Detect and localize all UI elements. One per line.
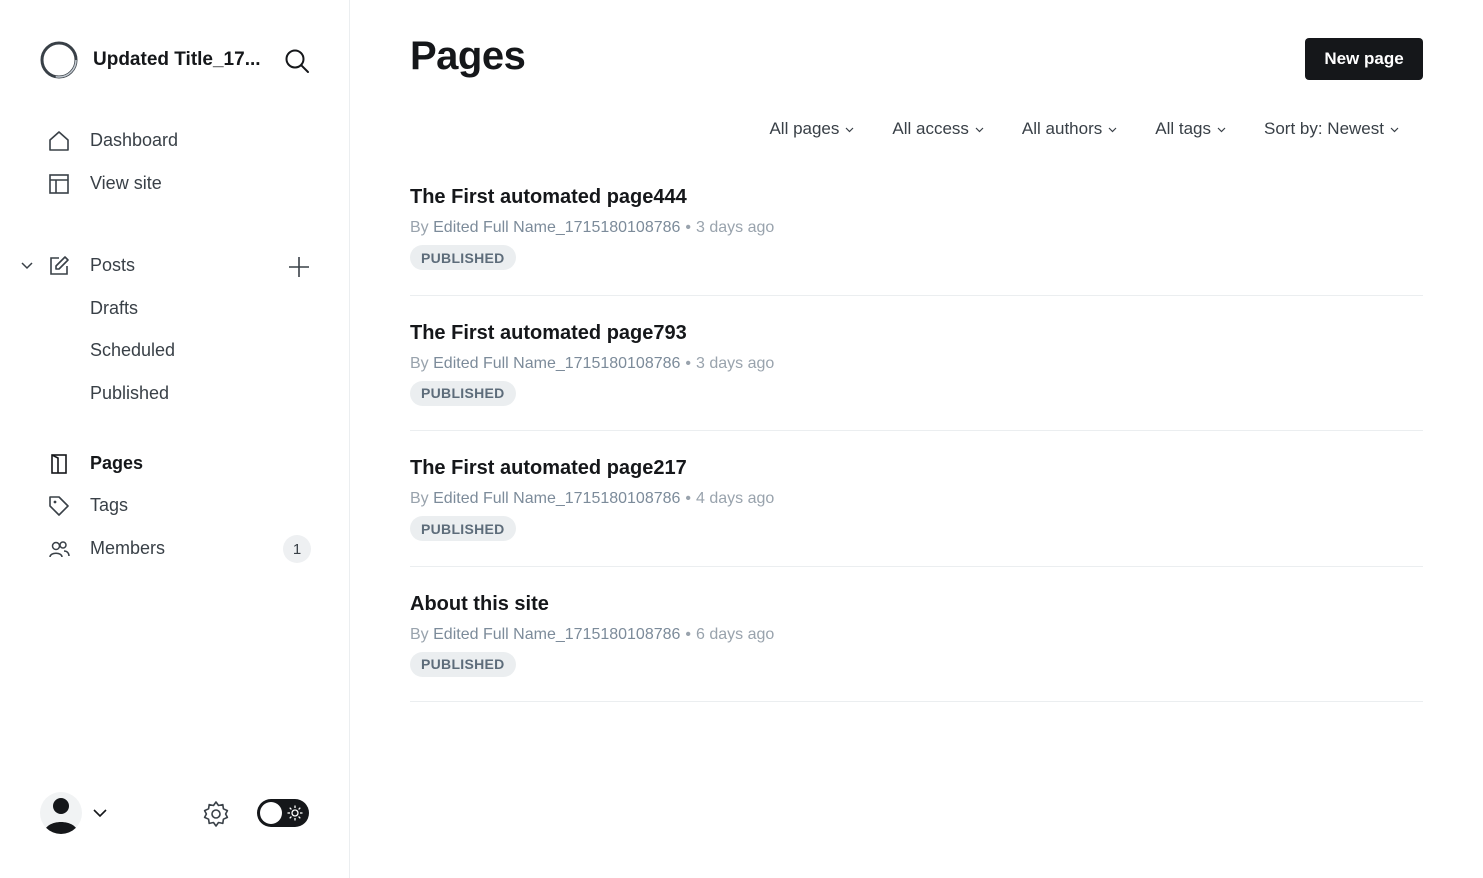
- chevron-down-icon[interactable]: [92, 805, 108, 821]
- list-item[interactable]: The First automated page793 By Edited Fu…: [410, 296, 1423, 431]
- page-item-author: Edited Full Name_1715180108786: [433, 354, 681, 372]
- chevron-down-icon: [975, 127, 984, 132]
- edit-icon: [47, 254, 70, 277]
- page-item-title[interactable]: The First automated page793: [410, 322, 687, 345]
- page-item-time: 3 days ago: [696, 354, 775, 372]
- separator-dot: •: [685, 219, 692, 236]
- page-list: The First automated page444 By Edited Fu…: [410, 160, 1423, 702]
- site-logo-icon[interactable]: [40, 41, 78, 79]
- site-header: Updated Title_17...: [40, 40, 310, 80]
- sort-select[interactable]: Sort by: Newest: [1264, 119, 1399, 139]
- nav-posts-label: Posts: [90, 255, 136, 275]
- page-icon: [47, 452, 70, 475]
- layout-icon: [47, 172, 70, 195]
- page-item-meta: By Edited Full Name_1715180108786 • 3 days…: [410, 355, 774, 373]
- page-item-meta: By Edited Full Name_1715180108786 • 4 days…: [410, 490, 774, 508]
- sort-label: Sort by: Newest: [1264, 119, 1384, 138]
- search-icon[interactable]: [284, 48, 310, 74]
- new-page-button[interactable]: New page: [1305, 38, 1423, 80]
- nav-pages[interactable]: Pages: [0, 445, 330, 481]
- page-item-author: Edited Full Name_1715180108786: [433, 490, 681, 507]
- filter-access-select[interactable]: All access: [892, 119, 984, 139]
- by-label: By: [410, 354, 429, 372]
- list-item[interactable]: The First automated page217 By Edited Fu…: [410, 431, 1423, 567]
- app: Updated Title_17... Dashboard View site: [0, 0, 1483, 878]
- nav-published[interactable]: Published: [90, 383, 169, 404]
- chevron-down-icon: [1108, 127, 1117, 132]
- status-badge: PUBLISHED: [410, 380, 516, 406]
- page-item-title[interactable]: About this site: [410, 593, 549, 616]
- nav-tags-label: Tags: [90, 495, 129, 515]
- filter-type-label: All pages: [769, 119, 840, 138]
- chevron-down-icon: [1217, 127, 1226, 132]
- user-avatar[interactable]: [40, 792, 82, 834]
- filter-authors-select[interactable]: All authors: [1022, 119, 1117, 139]
- user-icon: [44, 798, 78, 834]
- members-count-badge: 1: [283, 535, 311, 563]
- nav-drafts[interactable]: Drafts: [90, 298, 138, 319]
- page-item-author: Edited Full Name_1715180108786: [433, 625, 681, 643]
- by-label: By: [410, 490, 429, 507]
- page-item-author: Edited Full Name_1715180108786: [433, 219, 681, 236]
- nav-tags[interactable]: Tags: [0, 487, 330, 523]
- page-item-meta: By Edited Full Name_1715180108786 • 6 days…: [410, 626, 774, 644]
- filter-authors-label: All authors: [1021, 119, 1103, 138]
- chevron-down-icon: [1390, 127, 1399, 132]
- by-label: By: [410, 625, 429, 643]
- status-badge: PUBLISHED: [410, 245, 516, 270]
- theme-toggle[interactable]: [257, 799, 309, 827]
- nav-members[interactable]: Members: [0, 530, 330, 566]
- nav-members-label: Members: [90, 538, 166, 558]
- list-item[interactable]: The First automated page444 By Edited Fu…: [410, 160, 1423, 296]
- sun-icon: [287, 805, 303, 821]
- nav-scheduled[interactable]: Scheduled: [90, 340, 175, 361]
- members-icon: [47, 537, 70, 560]
- filter-bar: All pages All access All authors All tag…: [769, 117, 1399, 141]
- list-item[interactable]: About this site By Edited Full Name_1715…: [410, 567, 1423, 702]
- filter-access-label: All access: [892, 119, 969, 138]
- page-item-time: 4 days ago: [696, 490, 775, 507]
- nav-view-site[interactable]: View site: [0, 165, 330, 201]
- separator-dot: •: [685, 490, 692, 507]
- nav-pages-label: Pages: [90, 453, 144, 473]
- status-badge: PUBLISHED: [410, 651, 516, 677]
- sidebar-footer: [40, 792, 310, 834]
- separator-dot: •: [685, 354, 692, 372]
- filter-tags-label: All tags: [1155, 119, 1211, 138]
- page-item-time: 6 days ago: [696, 625, 775, 643]
- separator-dot: •: [685, 625, 692, 643]
- site-title[interactable]: Updated Title_17...: [93, 49, 263, 71]
- tag-icon: [47, 494, 70, 517]
- chevron-down-icon: [845, 127, 854, 132]
- nav-dashboard-label: Dashboard: [90, 130, 179, 150]
- page-item-time: 3 days ago: [696, 219, 775, 236]
- page-item-title[interactable]: The First automated page217: [410, 457, 687, 480]
- main-content: Pages New page All pages All access All …: [350, 0, 1483, 878]
- page-item-meta: By Edited Full Name_1715180108786 • 3 days…: [410, 219, 774, 237]
- sidebar: Updated Title_17... Dashboard View site: [0, 0, 350, 878]
- page-title: Pages: [410, 34, 526, 78]
- by-label: By: [410, 219, 429, 236]
- filter-tags-select[interactable]: All tags: [1155, 119, 1226, 139]
- filter-type-select[interactable]: All pages: [769, 119, 854, 139]
- toggle-knob: [260, 802, 282, 824]
- page-item-title[interactable]: The First automated page444: [410, 186, 687, 209]
- plus-icon[interactable]: [287, 255, 311, 279]
- gear-icon[interactable]: [202, 800, 230, 828]
- nav-posts[interactable]: Posts: [0, 247, 330, 283]
- home-icon: [47, 129, 70, 152]
- status-badge: PUBLISHED: [410, 516, 516, 541]
- nav-view-site-label: View site: [90, 173, 162, 193]
- nav-dashboard[interactable]: Dashboard: [0, 122, 330, 158]
